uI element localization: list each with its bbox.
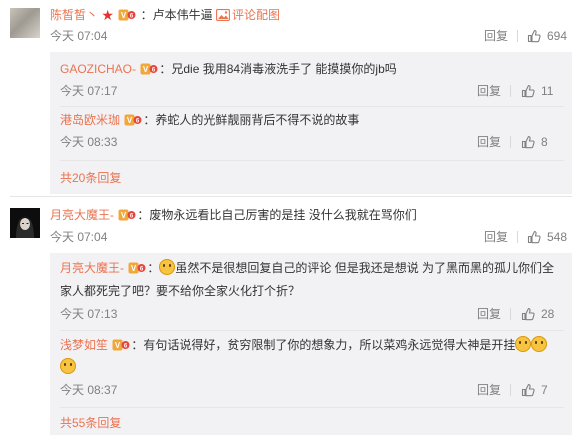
reply-button[interactable]: 回复 xyxy=(477,134,501,150)
reply-button[interactable]: 回复 xyxy=(477,306,501,322)
smirk-emoji-icon xyxy=(60,358,76,374)
like-count: 28 xyxy=(541,307,555,321)
like-button[interactable]: 11 xyxy=(521,83,553,99)
vip-badge-icon xyxy=(124,113,142,127)
comment-author[interactable]: 陈皙皙丶 xyxy=(50,8,98,22)
comment-header: 月亮大魔王- ：废物永远看比自己厉害的是挂 没什么我就在骂你们 xyxy=(50,208,417,222)
reply-author[interactable]: 月亮大魔王- xyxy=(60,261,124,275)
reply-text: 有句话说得好，贫穷限制了你的想象力，所以菜鸡永远觉得大神是开挂 xyxy=(143,338,516,352)
divider xyxy=(60,160,564,161)
reply-button[interactable]: 回复 xyxy=(484,229,508,245)
comment-text: 废物永远看比自己厉害的是挂 没什么我就在骂你们 xyxy=(149,208,417,222)
vip-badge-icon xyxy=(128,261,146,275)
vip-badge-icon xyxy=(118,208,136,222)
more-replies-link[interactable]: 共20条回复 xyxy=(60,170,121,186)
reply-button[interactable]: 回复 xyxy=(477,382,501,398)
vip-badge-icon xyxy=(118,8,136,22)
like-button[interactable]: 7 xyxy=(521,382,548,398)
reply-button[interactable]: 回复 xyxy=(477,83,501,99)
reply-author[interactable]: GAOZICHAO- xyxy=(60,62,136,76)
image-icon[interactable] xyxy=(216,9,230,21)
reply-author[interactable]: 浅梦如笙 xyxy=(60,338,108,352)
thumb-up-icon xyxy=(521,383,535,397)
reply-item: 月亮大魔王- ：虽然不是很想回复自己的评论 但是我还是想说 为了黑而黑的孤儿你们… xyxy=(50,253,572,331)
star-icon: ★ xyxy=(101,7,114,23)
like-count: 8 xyxy=(541,135,548,149)
reply-button[interactable]: 回复 xyxy=(484,28,508,44)
comment-author[interactable]: 月亮大魔王- xyxy=(50,208,114,222)
like-button[interactable]: 694 xyxy=(527,28,567,44)
comment-header: 陈皙皙丶 ★ ：卢本伟牛逼 评论配图 xyxy=(50,7,280,23)
divider xyxy=(510,85,511,97)
avatar-image xyxy=(10,208,40,238)
like-count: 11 xyxy=(541,84,554,98)
reply-list: GAOZICHAO- ：兄die 我用84消毒液洗手了 能摸摸你的jb吗 今天 … xyxy=(50,52,572,194)
smirk-emoji-icon xyxy=(515,336,532,352)
like-button[interactable]: 28 xyxy=(521,306,554,322)
divider xyxy=(510,308,511,320)
reply-text: 养蛇人的光鲜靓丽背后不得不说的故事 xyxy=(155,113,360,127)
reply-item: 港岛欧米珈 ：养蛇人的光鲜靓丽背后不得不说的故事 今天 08:33 回复 8 xyxy=(50,107,572,161)
like-count: 548 xyxy=(547,230,568,244)
comment-image-link[interactable]: 评论配图 xyxy=(232,8,280,22)
reply-text: 虽然不是很想回复自己的评论 但是我还是想说 为了黑而黑的孤儿你们全 xyxy=(175,261,555,275)
like-count: 694 xyxy=(547,29,568,43)
divider xyxy=(60,407,564,408)
avatar[interactable] xyxy=(10,8,40,38)
divider xyxy=(517,231,518,243)
smirk-emoji-icon xyxy=(531,336,548,352)
divider xyxy=(10,196,572,197)
like-button[interactable]: 548 xyxy=(527,229,567,245)
vip-badge-icon xyxy=(140,62,158,76)
reply-time: 今天 07:17 xyxy=(60,84,118,98)
like-count: 7 xyxy=(541,383,548,397)
comment-2: 月亮大魔王- ：废物永远看比自己厉害的是挂 没什么我就在骂你们 今天 07:04… xyxy=(0,200,577,441)
reply-time: 今天 07:13 xyxy=(60,307,118,321)
reply-author[interactable]: 港岛欧米珈 xyxy=(60,113,120,127)
comment-time: 今天 07:04 xyxy=(50,230,108,244)
thumb-up-icon xyxy=(521,135,535,149)
reply-item: 浅梦如笙 ：有句话说得好，贫穷限制了你的想象力，所以菜鸡永远觉得大神是开挂 今天… xyxy=(50,331,572,408)
thumb-up-icon xyxy=(521,307,535,321)
divider xyxy=(510,384,511,396)
comment-text: 卢本伟牛逼 xyxy=(152,8,213,22)
reply-time: 今天 08:37 xyxy=(60,383,118,397)
divider xyxy=(517,30,518,42)
reply-list: 月亮大魔王- ：虽然不是很想回复自己的评论 但是我还是想说 为了黑而黑的孤儿你们… xyxy=(50,253,572,435)
reply-item: GAOZICHAO- ：兄die 我用84消毒液洗手了 能摸摸你的jb吗 今天 … xyxy=(50,52,572,107)
comment-1: 陈皙皙丶 ★ ：卢本伟牛逼 评论配图 今天 07:04 回复 694 GAOZI… xyxy=(0,0,577,200)
comment-time: 今天 07:04 xyxy=(50,29,108,43)
thumb-up-icon xyxy=(521,84,535,98)
thumb-up-icon xyxy=(527,230,541,244)
divider xyxy=(510,136,511,148)
avatar[interactable] xyxy=(10,208,40,238)
thumb-up-icon xyxy=(527,29,541,43)
more-replies-link[interactable]: 共55条回复 xyxy=(60,415,121,431)
grin-emoji-icon xyxy=(159,259,176,275)
vip-badge-icon xyxy=(112,338,130,352)
reply-text: 兄die 我用84消毒液洗手了 能摸摸你的jb吗 xyxy=(171,62,397,76)
reply-text: 家人都死完了吧？要不给你全家火化打个折？ xyxy=(60,284,301,298)
like-button[interactable]: 8 xyxy=(521,134,548,150)
reply-time: 今天 08:33 xyxy=(60,135,118,149)
